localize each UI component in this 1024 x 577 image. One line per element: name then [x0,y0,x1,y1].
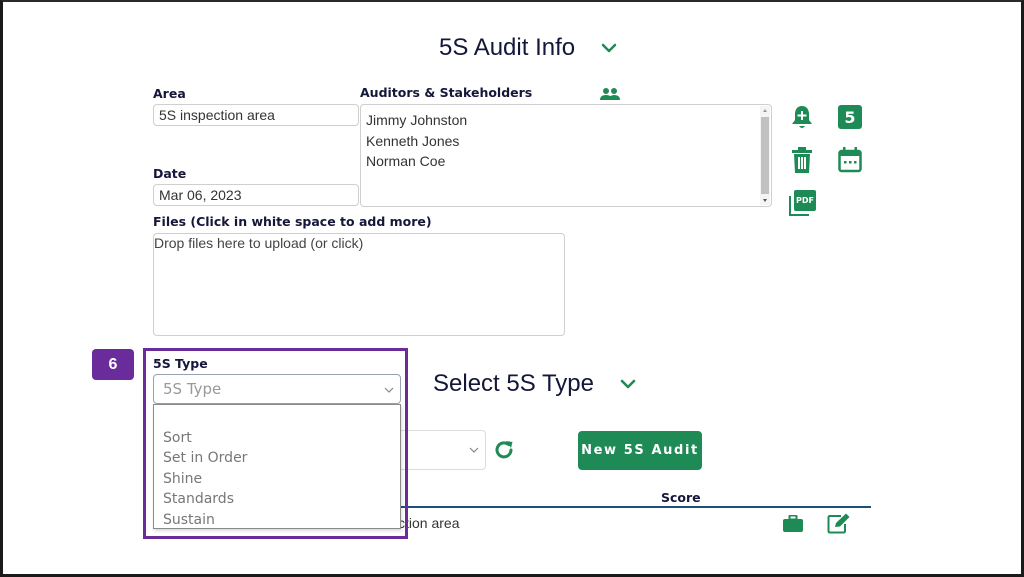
scrollbar-thumb[interactable] [761,117,769,194]
area-label: Area [153,86,186,101]
auditor-item[interactable]: Norman Coe [366,151,467,172]
callout-number-badge: 6 [92,349,134,380]
date-label: Date [153,166,187,181]
chevron-down-icon[interactable] [620,378,636,390]
chevron-down-icon[interactable] [601,42,617,54]
date-input[interactable]: Mar 06, 2023 [153,184,359,206]
auditor-item[interactable]: Jimmy Johnston [366,110,467,131]
scroll-down-arrow[interactable] [763,199,767,202]
select-chevron-icon [469,447,479,453]
area-input[interactable]: 5S inspection area [153,104,359,126]
trash-icon[interactable] [791,147,813,174]
auditors-scrollbar[interactable] [760,106,770,205]
date-value: Mar 06, 2023 [159,187,242,203]
five-badge-icon[interactable]: 5 [838,105,862,129]
select-type-title: Select 5S Type [433,370,594,397]
callout-highlight-box [143,348,408,539]
bell-plus-icon[interactable] [791,104,813,130]
auditors-label: Auditors & Stakeholders [360,85,533,100]
new-audit-button[interactable]: New 5S Audit [578,431,702,470]
files-dropzone[interactable]: Drop files here to upload (or click) [153,233,565,336]
files-label: Files (Click in white space to add more) [153,214,432,229]
auditor-item[interactable]: Kenneth Jones [366,131,467,152]
pdf-icon[interactable]: PDF [789,190,817,217]
scroll-up-arrow[interactable] [763,109,767,112]
edit-icon[interactable] [827,513,851,534]
briefcase-icon[interactable] [783,515,803,532]
dropzone-text: Drop files here to upload (or click) [154,235,364,251]
auditors-list[interactable]: Jimmy Johnston Kenneth Jones Norman Coe [360,104,772,207]
area-value: 5S inspection area [159,107,275,123]
audit-info-title: 5S Audit Info [439,34,576,61]
people-icon[interactable] [600,87,620,101]
calendar-icon[interactable] [838,147,862,173]
refresh-icon[interactable] [493,439,515,461]
column-header-score: Score [661,490,701,505]
